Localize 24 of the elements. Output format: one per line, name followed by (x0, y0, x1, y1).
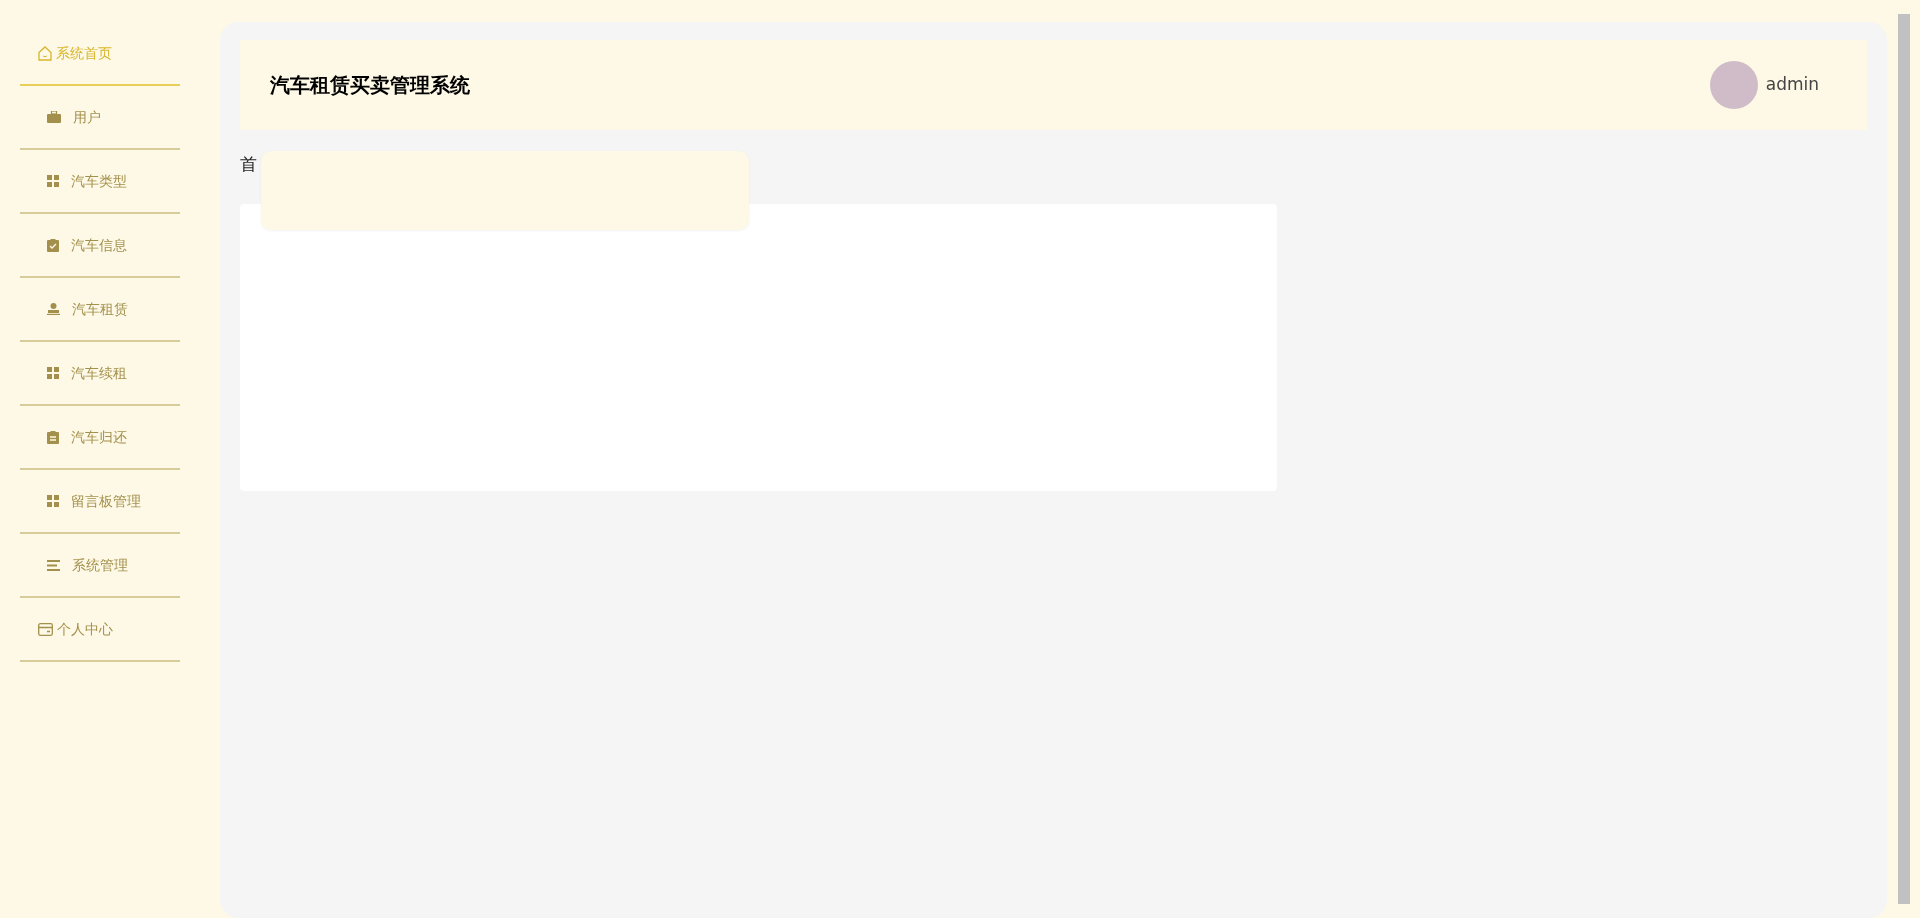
home-icon (38, 45, 52, 61)
avatar[interactable] (1709, 61, 1758, 109)
clipboard-check-icon (47, 238, 59, 252)
sidebar-item[interactable]: 汽车类型 (20, 150, 180, 214)
grid-icon (47, 367, 59, 379)
grid-icon (47, 495, 59, 507)
sidebar-item[interactable]: 汽车归还 (20, 406, 180, 470)
app-title: 汽车租赁买卖管理系统 (270, 72, 470, 99)
sidebar-item[interactable]: 汽车信息 (20, 214, 180, 278)
breadcrumb[interactable]: 首 (240, 154, 257, 174)
briefcase-icon (47, 111, 61, 123)
sidebar-item[interactable]: 系统管理 (20, 534, 180, 598)
stamp-icon (47, 303, 60, 315)
username[interactable]: admin (1765, 72, 1819, 98)
clipboard-icon (47, 430, 59, 444)
menu-icon (47, 559, 60, 571)
grid-icon (47, 175, 59, 187)
wallet-icon (38, 622, 53, 636)
sidebar-item[interactable]: 汽车续租 (20, 342, 180, 406)
sidebar-item[interactable]: 汽车租赁 (20, 278, 180, 342)
sidebar-item[interactable]: 留言板管理 (20, 470, 180, 534)
sidebar-item[interactable]: 系统首页 (20, 22, 180, 86)
sidebar-item[interactable]: 用户 (20, 86, 180, 150)
sidebar-item[interactable]: 个人中心 (20, 598, 180, 662)
